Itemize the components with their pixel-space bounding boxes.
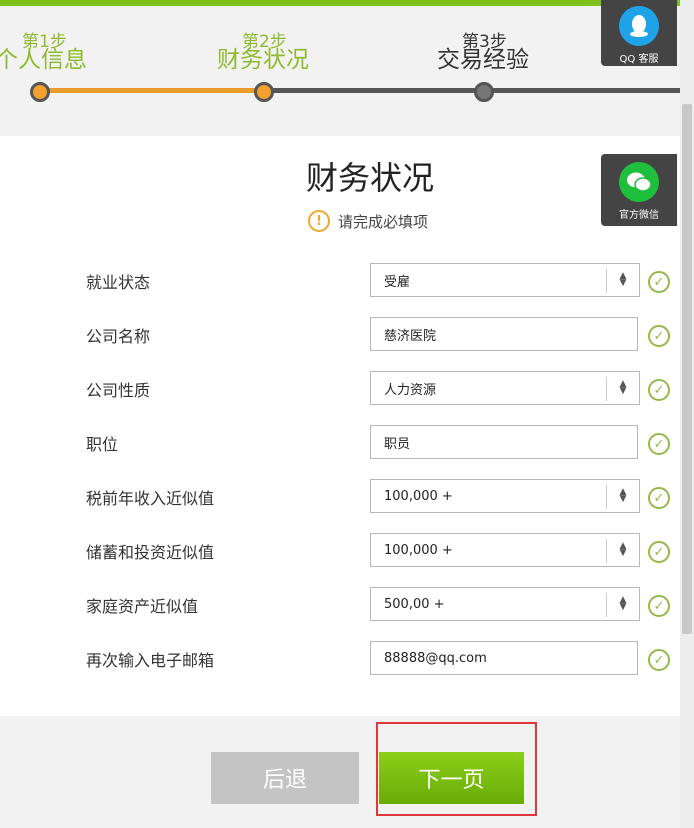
- wechat-icon: [619, 162, 659, 202]
- updown-chevron-icon: ▲ ▼: [619, 487, 627, 504]
- employment-status-value: 受雇: [384, 274, 411, 290]
- household-assets-value: 500,00 +: [384, 596, 445, 612]
- check-icon: ✓: [648, 271, 670, 293]
- position-label: 职位: [86, 435, 119, 454]
- form-title: 财务状况: [305, 159, 434, 197]
- step-3-title: 交易经验: [437, 47, 529, 73]
- check-icon: ✓: [648, 649, 670, 671]
- confirm-email-label: 再次输入电子邮箱: [86, 651, 215, 670]
- position-input[interactable]: 职员: [370, 425, 638, 459]
- check-icon: ✓: [648, 595, 670, 617]
- select-divider: [606, 269, 607, 293]
- progress-track-fill: [40, 88, 264, 93]
- company-type-value: 人力资源: [384, 382, 437, 398]
- highlight-box: [376, 722, 537, 816]
- step-1-title: 个人信息: [0, 47, 87, 73]
- scrollbar[interactable]: [680, 0, 694, 828]
- check-icon: ✓: [648, 379, 670, 401]
- step-3-dot: [474, 82, 494, 102]
- annual-income-label: 税前年收入近似值: [86, 489, 215, 508]
- company-name-label: 公司名称: [86, 327, 151, 346]
- position-value: 职员: [384, 436, 411, 452]
- select-divider: [606, 539, 607, 563]
- check-icon: ✓: [648, 325, 670, 347]
- qq-service-label: QQ 客服: [619, 54, 659, 65]
- company-name-input[interactable]: 慈济医院: [370, 317, 638, 351]
- check-icon: ✓: [648, 487, 670, 509]
- updown-chevron-icon: ▲ ▼: [619, 595, 627, 612]
- updown-chevron-icon: ▲ ▼: [619, 541, 627, 558]
- qq-icon: [619, 6, 659, 46]
- savings-investment-label: 储蓄和投资近似值: [86, 543, 215, 562]
- company-name-value: 慈济医院: [384, 328, 437, 344]
- savings-investment-value: 100,000 +: [384, 542, 453, 558]
- check-icon: ✓: [648, 541, 670, 563]
- progress-stepper: 第1步 个人信息 第2步 财务状况 第3步 交易经验: [0, 6, 680, 136]
- select-divider: [606, 377, 607, 401]
- required-notice: ! 请完成必填项: [308, 210, 428, 232]
- confirm-email-input[interactable]: 88888@qq.com: [370, 641, 638, 675]
- select-divider: [606, 485, 607, 509]
- annual-income-select[interactable]: 100,000 + ▲ ▼: [370, 479, 640, 513]
- warning-icon: !: [308, 210, 330, 232]
- updown-chevron-icon: ▲ ▼: [619, 271, 627, 288]
- back-button[interactable]: 后退: [211, 752, 359, 804]
- employment-status-label: 就业状态: [86, 273, 151, 292]
- employment-status-select[interactable]: 受雇 ▲ ▼: [370, 263, 640, 297]
- step-2-dot: [254, 82, 274, 102]
- select-divider: [606, 593, 607, 617]
- company-type-label: 公司性质: [86, 381, 151, 400]
- qq-service-widget[interactable]: QQ 客服: [601, 0, 677, 66]
- step-1-dot: [30, 82, 50, 102]
- confirm-email-value: 88888@qq.com: [384, 650, 487, 666]
- wechat-widget[interactable]: 官方微信: [601, 154, 677, 226]
- household-assets-select[interactable]: 500,00 + ▲ ▼: [370, 587, 640, 621]
- scrollbar-thumb[interactable]: [682, 104, 692, 634]
- company-type-select[interactable]: 人力资源 ▲ ▼: [370, 371, 640, 405]
- updown-chevron-icon: ▲ ▼: [619, 379, 627, 396]
- household-assets-label: 家庭资产近似值: [86, 597, 199, 616]
- required-notice-text: 请完成必填项: [338, 212, 429, 231]
- check-icon: ✓: [648, 433, 670, 455]
- savings-investment-select[interactable]: 100,000 + ▲ ▼: [370, 533, 640, 567]
- wechat-label: 官方微信: [619, 210, 659, 221]
- annual-income-value: 100,000 +: [384, 488, 453, 504]
- step-2-title: 财务状况: [217, 47, 309, 73]
